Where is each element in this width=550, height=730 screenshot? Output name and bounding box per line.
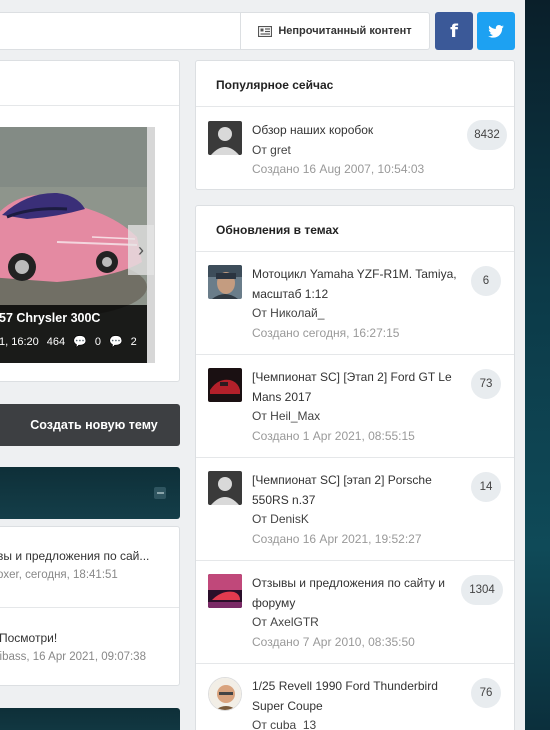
avatar[interactable] (208, 574, 242, 608)
item-divider (196, 560, 514, 561)
facebook-icon: f (450, 20, 458, 42)
topic-author[interactable]: От cuba_13 (252, 716, 462, 730)
list-item-meta: libass, 16 Apr 2021, 09:07:38 (0, 651, 146, 663)
top-navigation-bar: Непрочитанный контент (0, 12, 430, 50)
avatar[interactable] (208, 121, 242, 155)
slide-stat-replies: 2 (130, 335, 137, 348)
forum-page: Непрочитанный контент f 57 Chrysler 300C… (0, 0, 525, 730)
item-text: 1/25 Revell 1990 Ford Thunderbird Super … (252, 677, 462, 730)
topic-author[interactable]: От AxelGTR (252, 613, 462, 633)
topic-date: Создано 1 Apr 2021, 08:55:15 (252, 428, 415, 443)
list-divider (0, 607, 179, 608)
twitter-button[interactable] (477, 12, 515, 50)
item-text: [Чемпионат SC] [Этап 2] Ford GT Le Mans … (252, 368, 462, 446)
avatar[interactable] (208, 471, 242, 505)
item-text: [Чемпионат SC] [этап 2] Porsche 550RS n.… (252, 471, 462, 549)
unread-content-label: Непрочитанный контент (278, 25, 412, 37)
topic-date: Создано сегодня, 16:27:15 (252, 325, 400, 340)
reply-count-badge: 6 (471, 266, 501, 296)
create-new-topic-button[interactable]: Создать новую тему (0, 404, 180, 446)
item-text: Отзывы и предложения по сайту и форуму О… (252, 574, 462, 652)
widget-title: Популярное сейчас (196, 61, 514, 107)
item-text: Мотоцикл Yamaha YZF-R1M. Tamiya, масштаб… (252, 265, 462, 343)
item-text: Обзор наших коробок От gret Создано 16 A… (252, 121, 462, 180)
reply-count-badge: 14 (471, 472, 501, 502)
list-item-title[interactable]: вы и предложения по сай... (0, 549, 177, 563)
unread-icon (258, 25, 273, 37)
topic-author[interactable]: От DenisK (252, 510, 462, 530)
topic-author[interactable]: От Heil_Max (252, 407, 462, 427)
list-item-title[interactable]: Посмотри! (0, 631, 177, 645)
topic-date: Создано 16 Aug 2007, 10:54:03 (252, 162, 425, 176)
topic-title[interactable]: Обзор наших коробок (252, 121, 462, 141)
slide-title[interactable]: 57 Chrysler 300C (0, 311, 141, 325)
reply-count-badge: 8432 (467, 120, 507, 150)
reply-icon: 💬 (108, 336, 123, 348)
slide-meta: 1, 16:20 464 💬 0 💬 2 (0, 335, 141, 349)
list-item-meta: oxer, сегодня, 18:41:51 (0, 569, 118, 581)
unread-content-button[interactable]: Непрочитанный контент (240, 13, 429, 49)
gallery-slide-image[interactable]: 57 Chrysler 300C 1, 16:20 464 💬 0 💬 2 (0, 127, 147, 363)
activity-list-card: вы и предложения по сай... oxer, сегодня… (0, 526, 180, 686)
twitter-icon (488, 24, 504, 38)
section-header (0, 467, 180, 519)
avatar[interactable] (208, 265, 242, 299)
collapse-icon[interactable] (154, 487, 166, 499)
topic-author[interactable]: От gret (252, 141, 462, 161)
avatar[interactable] (208, 368, 242, 402)
comment-icon: 💬 (73, 336, 87, 348)
slide-caption: 57 Chrysler 300C 1, 16:20 464 💬 0 💬 2 (0, 305, 147, 363)
item-divider (196, 663, 514, 664)
list-item[interactable]: вы и предложения по сай... oxer, сегодня… (0, 549, 177, 581)
topic-title[interactable]: Отзывы и предложения по сайту и форуму (252, 574, 462, 613)
slide-time: 1, 16:20 (0, 335, 39, 348)
slide-stat-comments: 0 (94, 335, 101, 348)
popular-now-widget: Популярное сейчас Обзор наших коробок От… (195, 60, 515, 190)
item-divider (196, 354, 514, 355)
topic-title[interactable]: [Чемпионат SC] [Этап 2] Ford GT Le Mans … (252, 368, 462, 407)
topic-date: Создано 16 Apr 2021, 19:52:27 (252, 531, 422, 546)
gallery-next-button[interactable]: › (128, 225, 154, 275)
chevron-right-icon: › (138, 239, 144, 260)
reply-count-badge: 73 (471, 369, 501, 399)
topic-author[interactable]: От Николай_ (252, 304, 462, 324)
featured-gallery-card: 57 Chrysler 300C 1, 16:20 464 💬 0 💬 2 › (0, 60, 180, 382)
topic-updates-widget: Обновления в темах Мотоцикл Yamaha YZF-R… (195, 205, 515, 730)
topic-title[interactable]: 1/25 Revell 1990 Ford Thunderbird Super … (252, 677, 462, 716)
list-item[interactable]: Посмотри! libass, 16 Apr 2021, 09:07:38 (0, 631, 177, 663)
slide-stat-views: 464 (46, 335, 66, 348)
widget-title: Обновления в темах (196, 206, 514, 252)
topic-title[interactable]: [Чемпионат SC] [этап 2] Porsche 550RS n.… (252, 471, 462, 510)
reply-count-badge: 1304 (461, 575, 503, 605)
section-header-2 (0, 708, 180, 730)
topic-title[interactable]: Мотоцикл Yamaha YZF-R1M. Tamiya, масштаб… (252, 265, 462, 304)
avatar[interactable] (208, 677, 242, 711)
topic-date: Создано 7 Apr 2010, 08:35:50 (252, 634, 415, 649)
facebook-button[interactable]: f (435, 12, 473, 50)
card-divider (0, 105, 179, 106)
reply-count-badge: 76 (471, 678, 501, 708)
item-divider (196, 457, 514, 458)
